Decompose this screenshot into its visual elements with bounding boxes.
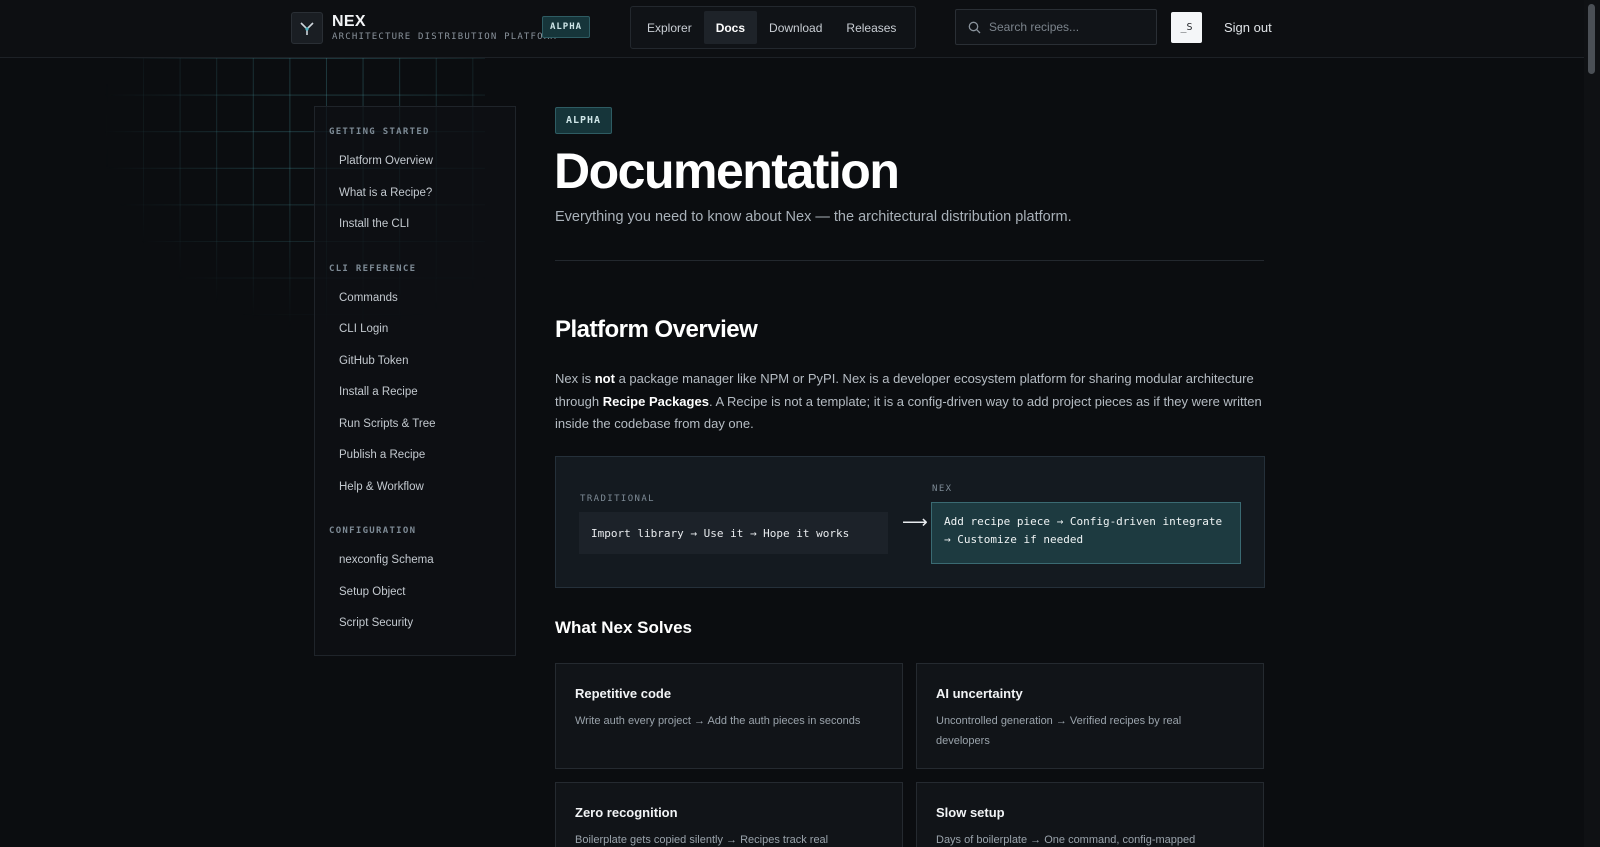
nex-logo-icon [300,22,314,35]
card-text: Days of boilerplate → One command, confi… [936,834,1196,846]
card-title: Slow setup [936,805,1005,820]
solve-card-zero-recognition: Zero recognition Boilerplate gets copied… [555,782,903,847]
section-heading-what-nex-solves: What Nex Solves [555,618,692,637]
traditional-flow: Import library → Use it → Hope it works [579,512,888,554]
nav-docs[interactable]: Docs [703,11,758,44]
sidebar-item-script-security[interactable]: Script Security [339,617,413,629]
nex-flow-line: Add recipe piece → Config-driven integra… [944,515,1223,528]
brand-name[interactable]: NEX [332,13,366,31]
section-heading-platform-overview: Platform Overview [555,316,758,343]
logo[interactable] [291,12,323,44]
page-alpha-badge: ALPHA [555,107,612,134]
card-title: AI uncertainty [936,686,1023,701]
sidebar-item-platform-overview[interactable]: Platform Overview [339,155,433,167]
sidebar-item-help-workflow[interactable]: Help & Workflow [339,481,424,493]
search-icon [968,21,981,33]
sidebar-item-what-is-a-recipe[interactable]: What is a Recipe? [339,187,432,199]
sidebar-item-install-cli[interactable]: Install the CLI [339,218,409,230]
sidebar-item-install-recipe[interactable]: Install a Recipe [339,386,418,398]
sidebar-item-nexconfig-schema[interactable]: nexconfig Schema [339,554,434,566]
brand-subtitle: ARCHITECTURE DISTRIBUTION PLATFORM [332,32,558,42]
nex-label: NEX [932,484,953,494]
sign-out-button[interactable]: Sign out [1224,20,1272,35]
overview-bold-not: not [594,371,615,386]
nav-explorer[interactable]: Explorer [635,11,704,44]
solve-card-slow-setup: Slow setup Days of boilerplate → One com… [916,782,1264,847]
card-text: Write auth every project → Add the auth … [575,715,861,727]
overview-text: Nex is [555,371,595,386]
card-title: Repetitive code [575,686,672,701]
sidebar-heading-getting-started: GETTING STARTED [329,127,430,137]
sidebar-item-run-scripts[interactable]: Run Scripts & Tree [339,418,436,430]
page-subtitle: Everything you need to know about Nex — … [555,209,1072,225]
divider [555,260,1264,261]
card-text: Boilerplate gets copied silently → Recip… [575,834,829,846]
sidebar-item-github-token[interactable]: GitHub Token [339,355,408,367]
alpha-badge: ALPHA [542,16,590,38]
search-box[interactable] [955,9,1157,45]
scrollbar-track[interactable] [1584,0,1600,847]
nex-flow: Add recipe piece → Config-driven integra… [931,502,1241,564]
sidebar-item-publish-recipe[interactable]: Publish a Recipe [339,449,425,461]
card-title: Zero recognition [575,805,678,820]
scrollbar-thumb[interactable] [1588,4,1595,74]
solve-card-repetitive-code: Repetitive code Write auth every project… [555,663,903,769]
card-text: Uncontrolled generation → Verified recip… [936,715,1182,747]
arrow-right-icon: ⟶ [902,512,928,532]
nav-download[interactable]: Download [757,11,834,44]
search-input[interactable] [989,20,1149,34]
overview-paragraph: Nex is not a package manager like NPM or… [555,368,1265,436]
nex-flow-line: → Customize if needed [944,533,1084,546]
avatar[interactable]: _S [1171,12,1202,43]
sidebar-item-commands[interactable]: Commands [339,292,398,304]
traditional-label: TRADITIONAL [580,494,656,504]
sidebar-heading-cli-reference: CLI REFERENCE [329,264,417,274]
sidebar-item-cli-login[interactable]: CLI Login [339,323,388,335]
page-title: Documentation [554,143,900,199]
sidebar-heading-configuration: CONFIGURATION [329,526,417,536]
main-nav: Explorer Docs Download Releases [630,6,916,49]
solve-card-ai-uncertainty: AI uncertainty Uncontrolled generation →… [916,663,1264,769]
overview-bold-recipe-packages: Recipe Packages [602,393,709,409]
nav-releases[interactable]: Releases [834,11,908,44]
sidebar-item-setup-object[interactable]: Setup Object [339,586,405,598]
